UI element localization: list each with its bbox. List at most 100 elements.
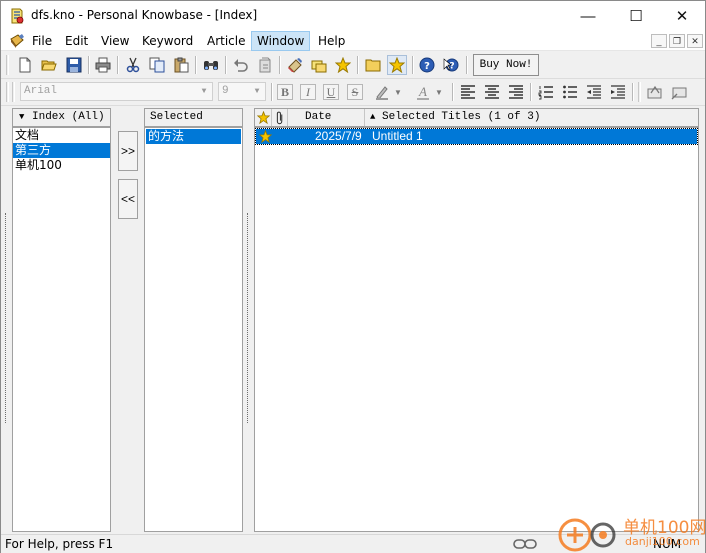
menu-help[interactable]: Help [313,31,350,51]
splitter-grip [247,213,251,423]
mdi-close-button[interactable]: ✕ [687,34,703,48]
buy-now-button[interactable]: Buy Now! [473,54,539,76]
insert-link-icon[interactable] [645,82,665,102]
align-right-icon[interactable] [506,82,526,102]
paste-icon[interactable] [171,55,191,75]
font-name-value: Arial [24,85,58,97]
print-icon[interactable] [93,55,113,75]
app-icon [11,8,24,24]
date-column-header[interactable]: Date [288,109,365,126]
font-name-select[interactable]: Arial ▼ [20,82,213,101]
index-item[interactable]: 单机100 [13,158,110,173]
strikethrough-button[interactable]: S [347,84,363,100]
redo-icon[interactable] [255,55,275,75]
chevron-down-icon[interactable]: ▼ [433,82,445,102]
toolbar-grip[interactable] [6,55,9,75]
close-icon: ✕ [675,8,689,25]
toolbar-separator [88,56,90,74]
menu-article[interactable]: Article [202,31,251,51]
toolbar-separator [117,56,119,74]
toolbar-separator [466,56,468,74]
new-icon[interactable] [15,55,35,75]
undo-icon[interactable] [231,55,251,75]
right-splitter[interactable] [246,108,252,532]
indent-icon[interactable] [608,82,628,102]
add-keyword-button[interactable]: >> [118,131,138,171]
title-column-header[interactable]: ▲ Selected Titles (1 of 3) [365,109,698,126]
selected-header[interactable]: Selected (AND) [144,108,243,140]
outdent-icon[interactable] [584,82,604,102]
table-row[interactable]: 2025/7/9 Untitled 1 [255,128,698,145]
maximize-button[interactable]: ☐ [613,1,659,31]
underline-button[interactable]: U [323,84,339,100]
menu-file[interactable]: File [27,31,57,51]
selected-list[interactable]: 的方法 [144,127,243,532]
menu-edit[interactable]: Edit [60,31,93,51]
align-center-icon[interactable] [482,82,502,102]
italic-button[interactable]: I [300,84,316,100]
document-menu-icon[interactable] [9,33,25,49]
toolbar-grip[interactable] [12,82,15,102]
menu-keyword[interactable]: Keyword [137,31,198,51]
eraser-icon[interactable] [285,55,305,75]
index-item-selected[interactable]: 第三方 [13,143,110,158]
duplicate-icon[interactable] [309,55,329,75]
index-header[interactable]: ▼ Index (All) [12,108,111,127]
star-add-icon[interactable] [333,55,353,75]
toolbar-separator [412,56,414,74]
favorite-icon[interactable] [387,55,407,75]
title-bar: dfs.kno - Personal Knowbase - [Index] — … [1,1,705,31]
remove-keyword-button[interactable]: << [118,179,138,219]
index-list[interactable]: 文档 第三方 单机100 [12,127,111,532]
close-button[interactable]: ✕ [659,1,705,31]
font-size-value: 9 [222,85,229,97]
row-date: 2025/7/9 [315,129,362,143]
toolbar-grip[interactable] [638,82,641,102]
mdi-minimize-button[interactable]: _ [651,34,667,48]
copy-icon[interactable] [147,55,167,75]
folder-icon[interactable] [363,55,383,75]
font-size-select[interactable]: 9 ▼ [218,82,266,101]
help-icon[interactable]: ? [417,55,437,75]
svg-text:A: A [418,84,427,99]
star-icon [256,110,270,125]
minimize-button[interactable]: — [565,1,611,31]
numbered-list-icon[interactable] [536,82,556,102]
attachment-column-header[interactable] [272,109,288,126]
toolbar-separator [271,83,273,101]
format-toolbar: Arial ▼ 9 ▼ B I U S ▼ A ▼ [1,79,705,106]
app-window: dfs.kno - Personal Knowbase - [Index] — … [0,0,706,553]
star-icon[interactable] [259,130,272,143]
index-item[interactable]: 文档 [13,128,110,143]
selected-item[interactable]: 的方法 [146,129,241,144]
menu-bar: File Edit View Keyword Article Window He… [1,31,705,51]
title-column-label: Selected Titles (1 of 3) [382,111,541,123]
svg-text:?: ? [449,62,454,72]
favorite-column-header[interactable] [255,109,272,126]
paperclip-icon [276,111,282,125]
left-splitter[interactable] [4,108,10,532]
chevron-down-icon[interactable]: ▼ [392,82,404,102]
mdi-restore-button[interactable]: ❐ [669,34,685,48]
titles-list[interactable]: 2025/7/9 Untitled 1 [254,127,699,532]
context-help-icon[interactable]: ? [441,55,461,75]
status-help-text: For Help, press F1 [5,537,114,551]
attachment-icon[interactable] [669,82,689,102]
cut-icon[interactable] [123,55,143,75]
open-icon[interactable] [39,55,59,75]
highlight-icon[interactable] [372,82,392,102]
index-header-label: Index (All) [32,111,105,123]
find-icon[interactable] [201,55,221,75]
toolbar-grip[interactable] [6,82,9,102]
watermark-logo [558,518,616,552]
font-color-icon[interactable]: A [413,82,433,102]
menu-view[interactable]: View [96,31,134,51]
toolbar-separator [452,83,454,101]
menu-window[interactable]: Window [251,31,311,51]
align-left-icon[interactable] [458,82,478,102]
bold-button[interactable]: B [277,84,293,100]
watermark: 单机100网 danji100.com [557,513,706,553]
bullet-list-icon[interactable] [560,82,580,102]
svg-text:?: ? [424,61,430,72]
save-icon[interactable] [64,55,84,75]
